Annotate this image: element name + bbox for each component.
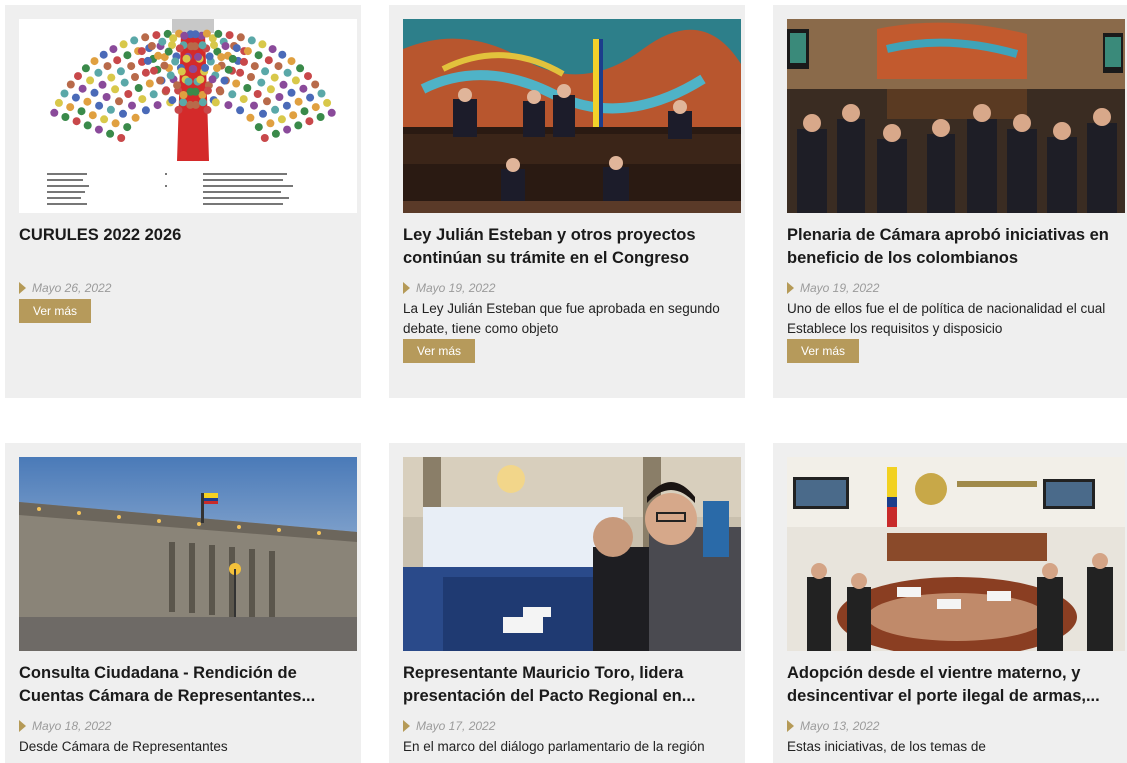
card-title[interactable]: Adopción desde el vientre materno, y des… [787, 662, 1117, 708]
regional-pact-selfie-image[interactable] [403, 457, 741, 651]
ver-mas-button[interactable]: Ver más [19, 299, 92, 323]
card-title[interactable]: Consulta Ciudadana - Rendición de Cuenta… [19, 662, 349, 708]
card-summary: La Ley Julián Esteban que fue aprobada e… [403, 301, 720, 336]
date-text: Mayo 19, 2022 [800, 281, 880, 295]
card-summary: Desde Cámara de Representantes [19, 739, 228, 754]
news-card[interactable]: Representante Mauricio Toro, lidera pres… [389, 443, 745, 763]
card-date: Mayo 13, 2022 [787, 719, 879, 733]
news-card[interactable]: Plenaria de Cámara aprobó iniciativas en… [773, 5, 1127, 398]
date-text: Mayo 18, 2022 [32, 719, 112, 733]
card-date: Mayo 26, 2022 [19, 281, 111, 295]
card-summary: En el marco del diálogo parlamentario de… [403, 739, 705, 754]
news-card[interactable]: Ley Julián Esteban y otros proyectos con… [389, 5, 745, 398]
news-card[interactable]: Adopción desde el vientre materno, y des… [773, 443, 1127, 763]
commission-session-image[interactable] [787, 457, 1125, 651]
news-card[interactable]: Consulta Ciudadana - Rendición de Cuenta… [5, 443, 361, 763]
congress-session-image[interactable] [403, 19, 741, 213]
date-text: Mayo 17, 2022 [416, 719, 496, 733]
card-date: Mayo 19, 2022 [787, 281, 879, 295]
triangle-bullet-icon [403, 720, 410, 732]
date-text: Mayo 26, 2022 [32, 281, 112, 295]
ver-mas-button[interactable]: Ver más [787, 339, 860, 363]
triangle-bullet-icon [19, 282, 26, 294]
triangle-bullet-icon [787, 720, 794, 732]
card-date: Mayo 18, 2022 [19, 719, 111, 733]
plenary-session-image[interactable] [787, 19, 1125, 213]
date-text: Mayo 19, 2022 [416, 281, 496, 295]
curules-seat-chart-image[interactable] [19, 19, 357, 213]
card-date: Mayo 19, 2022 [403, 281, 495, 295]
card-title[interactable]: Ley Julián Esteban y otros proyectos con… [403, 224, 733, 270]
capitol-building-image[interactable] [19, 457, 357, 651]
card-title[interactable]: Plenaria de Cámara aprobó iniciativas en… [787, 224, 1117, 270]
triangle-bullet-icon [787, 282, 794, 294]
date-text: Mayo 13, 2022 [800, 719, 880, 733]
triangle-bullet-icon [19, 720, 26, 732]
card-title[interactable]: Representante Mauricio Toro, lidera pres… [403, 662, 733, 708]
news-card[interactable]: CURULES 2022 2026 Mayo 26, 2022 Ver más [5, 5, 361, 398]
card-summary: Uno de ellos fue el de política de nacio… [787, 301, 1106, 336]
card-summary: Estas iniciativas, de los temas de [787, 739, 986, 754]
card-date: Mayo 17, 2022 [403, 719, 495, 733]
card-title[interactable]: CURULES 2022 2026 [19, 224, 349, 247]
triangle-bullet-icon [403, 282, 410, 294]
ver-mas-button[interactable]: Ver más [403, 339, 476, 363]
